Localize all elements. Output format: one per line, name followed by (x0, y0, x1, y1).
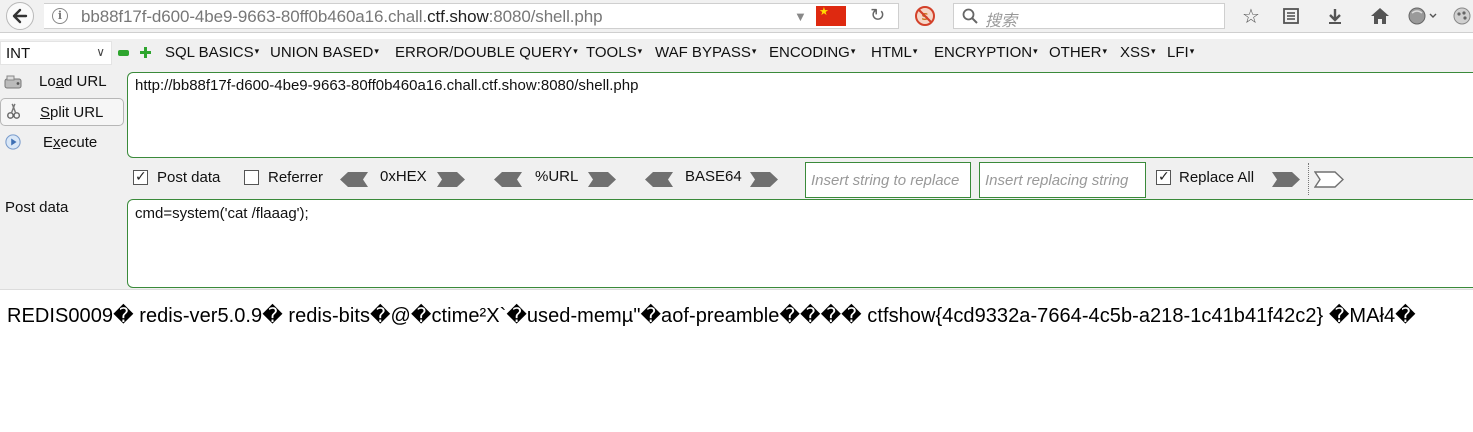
url-encode-label: %URL (535, 168, 579, 185)
search-bar[interactable]: 搜索 (953, 3, 1225, 30)
chevron-down-icon: ∨ (96, 45, 105, 59)
reload-icon[interactable]: ↻ (870, 5, 885, 26)
menu-html[interactable]: HTML (871, 44, 917, 61)
address-bar[interactable]: i bb88f17f-d600-4be9-9663-80ff0b460a16.c… (44, 3, 899, 29)
play-icon (5, 134, 21, 150)
post-data-textarea[interactable]: cmd=system('cat /flaaag'); (127, 199, 1473, 288)
download-icon[interactable] (1323, 4, 1347, 28)
menu-encoding[interactable]: ENCODING (769, 44, 855, 61)
load-url-button[interactable]: Load URL (0, 68, 124, 96)
hex-label: 0xHEX (380, 168, 427, 185)
replace-all-checkbox[interactable] (1156, 168, 1171, 185)
address-text[interactable]: bb88f17f-d600-4be9-9663-80ff0b460a16.cha… (81, 7, 603, 27)
hex-encode-arrow-icon[interactable] (436, 171, 466, 188)
menu-lfi[interactable]: LFI (1167, 44, 1194, 61)
menu-union-based[interactable]: UNION BASED (270, 44, 379, 61)
home-icon[interactable] (1368, 4, 1392, 28)
replacing-string-input[interactable]: Insert replacing string (979, 162, 1146, 198)
replace-apply-arrow-icon[interactable] (1314, 171, 1344, 188)
profile-icon[interactable] (1405, 4, 1441, 28)
split-url-button[interactable]: Split URL (0, 98, 124, 126)
url-textarea[interactable]: http://bb88f17f-d600-4be9-9663-80ff0b460… (127, 72, 1473, 158)
back-arrow-icon (12, 8, 28, 24)
page-output-text: REDIS0009� redis-ver5.0.9� redis-bits�@�… (7, 305, 1416, 327)
menu-error-double-query[interactable]: ERROR/DOUBLE QUERY (395, 44, 578, 61)
replace-string-input[interactable]: Insert string to replace (805, 162, 971, 198)
hex-decode-arrow-icon[interactable] (339, 171, 369, 188)
menu-encryption[interactable]: ENCRYPTION (934, 44, 1038, 61)
bookmark-star-icon[interactable]: ☆ (1239, 4, 1263, 28)
hackbar-panel: Load URL Split URL Execute http://bb88f1… (0, 67, 1473, 290)
noscript-icon[interactable]: S (914, 5, 936, 27)
china-flag-icon[interactable]: ★ (816, 6, 846, 26)
increase-button[interactable] (140, 47, 151, 58)
search-placeholder: 搜索 (985, 13, 1018, 30)
menu-other[interactable]: OTHER (1049, 44, 1107, 61)
dropdown-arrow-icon[interactable]: ▼ (794, 9, 807, 24)
post-data-section-label: Post data (5, 199, 69, 216)
replace-arrow-icon[interactable] (1271, 171, 1301, 188)
url-decode-arrow-icon[interactable] (493, 171, 523, 188)
hackbar-menu: INT ∨ SQL BASICS UNION BASED ERROR/DOUBL… (0, 39, 1473, 67)
reading-list-icon[interactable] (1279, 4, 1303, 28)
url-encode-arrow-icon[interactable] (587, 171, 617, 188)
referrer-checkbox[interactable] (244, 170, 259, 185)
menu-xss[interactable]: XSS (1120, 44, 1156, 61)
options-row: Post data Referrer 0xHEX %URL BASE64 Ins… (0, 162, 1473, 198)
decrease-button[interactable] (118, 50, 129, 56)
menu-tools[interactable]: TOOLS (586, 44, 642, 61)
execute-button[interactable]: Execute (0, 129, 124, 157)
scissors-icon (7, 103, 21, 119)
divider (1308, 163, 1309, 195)
extension-icon[interactable] (1450, 4, 1473, 28)
post-data-label: Post data (157, 169, 221, 186)
back-button[interactable] (6, 2, 34, 30)
post-data-checkbox[interactable] (133, 168, 148, 185)
base64-encode-arrow-icon[interactable] (749, 171, 779, 188)
load-url-icon (4, 75, 22, 89)
type-select[interactable]: INT ∨ (0, 41, 112, 65)
replace-all-label: Replace All (1179, 169, 1255, 186)
info-icon[interactable]: i (52, 8, 68, 24)
search-icon (962, 8, 978, 24)
menu-waf-bypass[interactable]: WAF BYPASS (655, 44, 756, 61)
menu-sql-basics[interactable]: SQL BASICS (165, 44, 259, 61)
browser-toolbar: i bb88f17f-d600-4be9-9663-80ff0b460a16.c… (0, 0, 1473, 33)
base64-decode-arrow-icon[interactable] (644, 171, 674, 188)
base64-label: BASE64 (685, 168, 742, 185)
referrer-label: Referrer (268, 169, 324, 186)
